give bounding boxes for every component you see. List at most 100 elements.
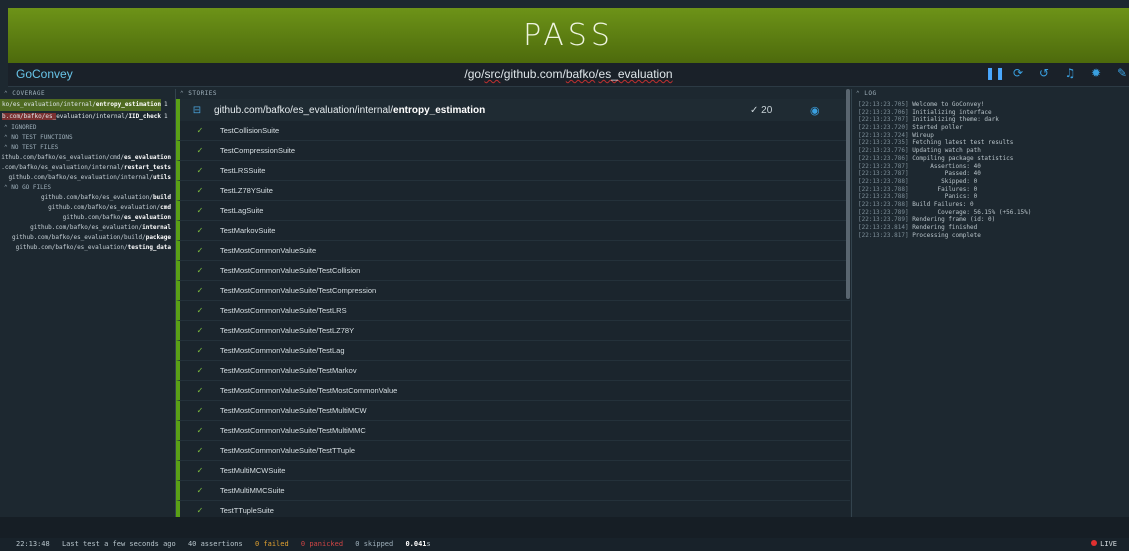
footer-time: 22:13:48 bbox=[16, 540, 50, 548]
package-item[interactable]: github.com/bafko/es_evaluation/internal bbox=[0, 223, 175, 233]
path-segment: bafko bbox=[565, 67, 596, 81]
path-segment: /go/ bbox=[464, 67, 485, 81]
test-row[interactable]: ✓ TestMostCommonValueSuite/TestLRS bbox=[176, 301, 850, 321]
check-icon: ✓ bbox=[196, 146, 204, 155]
path-segment: /github.com/ bbox=[500, 67, 566, 81]
stories-header[interactable]: ⌃ STORIES bbox=[176, 89, 850, 99]
package-header[interactable]: ⊟ github.com/bafko/es_evaluation/interna… bbox=[176, 99, 850, 121]
test-name: TestCompressionSuite bbox=[220, 146, 296, 155]
test-row[interactable]: ✓ TestLZ78YSuite bbox=[176, 181, 850, 201]
package-item[interactable]: github.com/bafko/es_evaluation/build bbox=[0, 193, 175, 203]
test-row[interactable]: ✓ TestMostCommonValueSuite/TestTTuple bbox=[176, 441, 850, 461]
test-list: ✓ TestCollisionSuite ✓ TestCompressionSuite… bbox=[176, 121, 850, 517]
test-name: TestMostCommonValueSuite/TestLZ78Y bbox=[220, 326, 355, 335]
bottom-spacer bbox=[0, 517, 1129, 538]
package-name: github.com/bafko/es_evaluation/internal/… bbox=[214, 104, 486, 116]
log-line: [22:13:23.787] Passed: 40 bbox=[858, 170, 981, 178]
history-icon[interactable]: ↺ bbox=[1037, 66, 1051, 80]
check-icon: ✓ bbox=[196, 406, 204, 415]
test-name: TestTTupleSuite bbox=[220, 506, 274, 515]
test-row[interactable]: ✓ TestMostCommonValueSuite bbox=[176, 241, 850, 261]
package-item[interactable]: ithub.com/bafko/es_evaluation/cmd/es_eva… bbox=[0, 153, 175, 163]
check-icon: ✓ bbox=[196, 126, 204, 135]
test-row[interactable]: ✓ TestMultiMMCSuite bbox=[176, 481, 850, 501]
check-icon: ✓ bbox=[196, 506, 204, 515]
test-row[interactable]: ✓ TestMostCommonValueSuite/TestCollision bbox=[176, 261, 850, 281]
top-bar: GoConvey /go/src/github.com/bafko/es_eva… bbox=[8, 63, 1129, 87]
test-row[interactable]: ✓ TestMostCommonValueSuite/TestMultiMMC bbox=[176, 421, 850, 441]
test-name: TestMostCommonValueSuite/TestLag bbox=[220, 346, 345, 355]
footer-skipped: 0 skipped bbox=[355, 540, 394, 548]
status-text: PASS bbox=[523, 18, 614, 53]
test-row[interactable]: ✓ TestLRSSuite bbox=[176, 161, 850, 181]
no-go-files-header[interactable]: ⌃ NO GO FILES bbox=[0, 183, 175, 193]
coverage-percent: 1 bbox=[163, 101, 168, 108]
package-item[interactable]: github.com/bafko/es_evaluation/build/pac… bbox=[0, 233, 175, 243]
test-row[interactable]: ✓ TestMostCommonValueSuite/TestCompressio… bbox=[176, 281, 850, 301]
test-name: TestMostCommonValueSuite/TestCollision bbox=[220, 266, 361, 275]
no-test-functions-header[interactable]: ⌃ NO TEST FUNCTIONS bbox=[0, 133, 175, 143]
live-indicator: LIVE bbox=[1091, 538, 1125, 551]
bell-icon[interactable]: ♫ bbox=[1063, 66, 1077, 80]
test-row[interactable]: ✓ TestCompressionSuite bbox=[176, 141, 850, 161]
no-test-files-header[interactable]: ⌃ NO TEST FILES bbox=[0, 143, 175, 153]
log-line: [22:13:23.786] Compiling package statist… bbox=[858, 154, 1014, 162]
test-row[interactable]: ✓ TestMostCommonValueSuite/TestMostCommon… bbox=[176, 381, 850, 401]
test-row[interactable]: ✓ TestCollisionSuite bbox=[176, 121, 850, 141]
refresh-icon[interactable]: ⟳ bbox=[1011, 66, 1025, 80]
check-icon: ✓ bbox=[196, 306, 204, 315]
log-line: [22:13:23.724] Wireup bbox=[858, 131, 934, 139]
log-line: [22:13:23.705] Welcome to GoConvey! bbox=[858, 101, 985, 108]
edit-icon[interactable]: ✎ bbox=[1115, 66, 1129, 80]
log-panel: ⌃ LOG [22:13:23.705] Welcome to GoConvey… bbox=[851, 89, 1129, 517]
test-name: TestMostCommonValueSuite/TestMarkov bbox=[220, 366, 357, 375]
log-output: [22:13:23.705] Welcome to GoConvey! [22:1… bbox=[852, 99, 1129, 241]
check-icon: ✓ bbox=[196, 426, 204, 435]
test-row[interactable]: ✓ TestMultiMCWSuite bbox=[176, 461, 850, 481]
log-line: [22:13:23.776] Updating watch path bbox=[858, 147, 981, 155]
watch-path[interactable]: /go/src/github.com/bafko/es_evaluation bbox=[8, 67, 1129, 81]
test-row[interactable]: ✓ TestMostCommonValueSuite/TestLag bbox=[176, 341, 850, 361]
package-item[interactable]: github.com/bafko/es_evaluation/internal/… bbox=[0, 173, 175, 183]
ignored-header[interactable]: ⌃ IGNORED bbox=[0, 123, 175, 133]
check-icon: ✓ bbox=[196, 206, 204, 215]
test-row[interactable]: ✓ TestMostCommonValueSuite/TestLZ78Y bbox=[176, 321, 850, 341]
check-icon: ✓ bbox=[196, 366, 204, 375]
check-icon: ✓ bbox=[196, 466, 204, 475]
log-line: [22:13:23.735] Fetching latest test resu… bbox=[858, 139, 1014, 147]
test-row[interactable]: ✓ TestLagSuite bbox=[176, 201, 850, 221]
status-banner: PASS bbox=[8, 8, 1129, 63]
package-item[interactable]: github.com/bafko/es_evaluation/cmd bbox=[0, 203, 175, 213]
test-name: TestMultiMCWSuite bbox=[220, 466, 286, 475]
live-dot-icon bbox=[1091, 540, 1098, 546]
test-name: TestMostCommonValueSuite/TestLRS bbox=[220, 306, 347, 315]
log-line: [22:13:23.788] Failures: 0 bbox=[858, 185, 978, 193]
test-name: TestMostCommonValueSuite/TestTTuple bbox=[220, 446, 356, 455]
log-header[interactable]: ⌃ LOG bbox=[852, 89, 1129, 99]
test-row[interactable]: ✓ TestMostCommonValueSuite/TestMultiMCW bbox=[176, 401, 850, 421]
collapse-icon[interactable]: ⊟ bbox=[180, 105, 214, 116]
coverage-percent: 1 bbox=[163, 113, 168, 120]
package-item[interactable]: .com/bafko/es_evaluation/internal/restar… bbox=[0, 163, 175, 173]
test-row[interactable]: ✓ TestTTupleSuite bbox=[176, 501, 850, 517]
test-name: TestMultiMMCSuite bbox=[220, 486, 285, 495]
test-row[interactable]: ✓ TestMostCommonValueSuite/TestMarkov bbox=[176, 361, 850, 381]
check-icon: ✓ bbox=[196, 226, 204, 235]
check-icon: ✓ bbox=[196, 286, 204, 295]
package-item[interactable]: github.com/bafko/es_evaluation/testing_d… bbox=[0, 243, 175, 253]
coverage-item[interactable]: ko/es_evaluation/internal/entropy_estima… bbox=[0, 99, 175, 111]
stories-panel: ⌃ STORIES ⊟ github.com/bafko/es_evaluati… bbox=[175, 89, 850, 517]
coverage-header[interactable]: ⌃ COVERAGE bbox=[0, 89, 175, 99]
footer-assertions: 40 assertions bbox=[187, 540, 243, 548]
footer-duration: 0.041s bbox=[405, 540, 431, 548]
footer-failed: 0 failed bbox=[254, 540, 289, 548]
scrollbar[interactable] bbox=[846, 89, 850, 299]
test-row[interactable]: ✓ TestMarkovSuite bbox=[176, 221, 850, 241]
test-name: TestLRSSuite bbox=[220, 166, 266, 175]
package-item[interactable]: github.com/bafko/es_evaluation bbox=[0, 213, 175, 223]
eye-icon[interactable]: ◉ bbox=[810, 104, 850, 117]
check-icon: ✓ bbox=[196, 326, 204, 335]
gear-icon[interactable]: ✹ bbox=[1089, 66, 1103, 80]
pause-icon[interactable]: ❚❚ bbox=[985, 66, 1005, 80]
coverage-item[interactable]: b.com/bafko/es_evaluation/internal/IID_c… bbox=[0, 111, 175, 123]
